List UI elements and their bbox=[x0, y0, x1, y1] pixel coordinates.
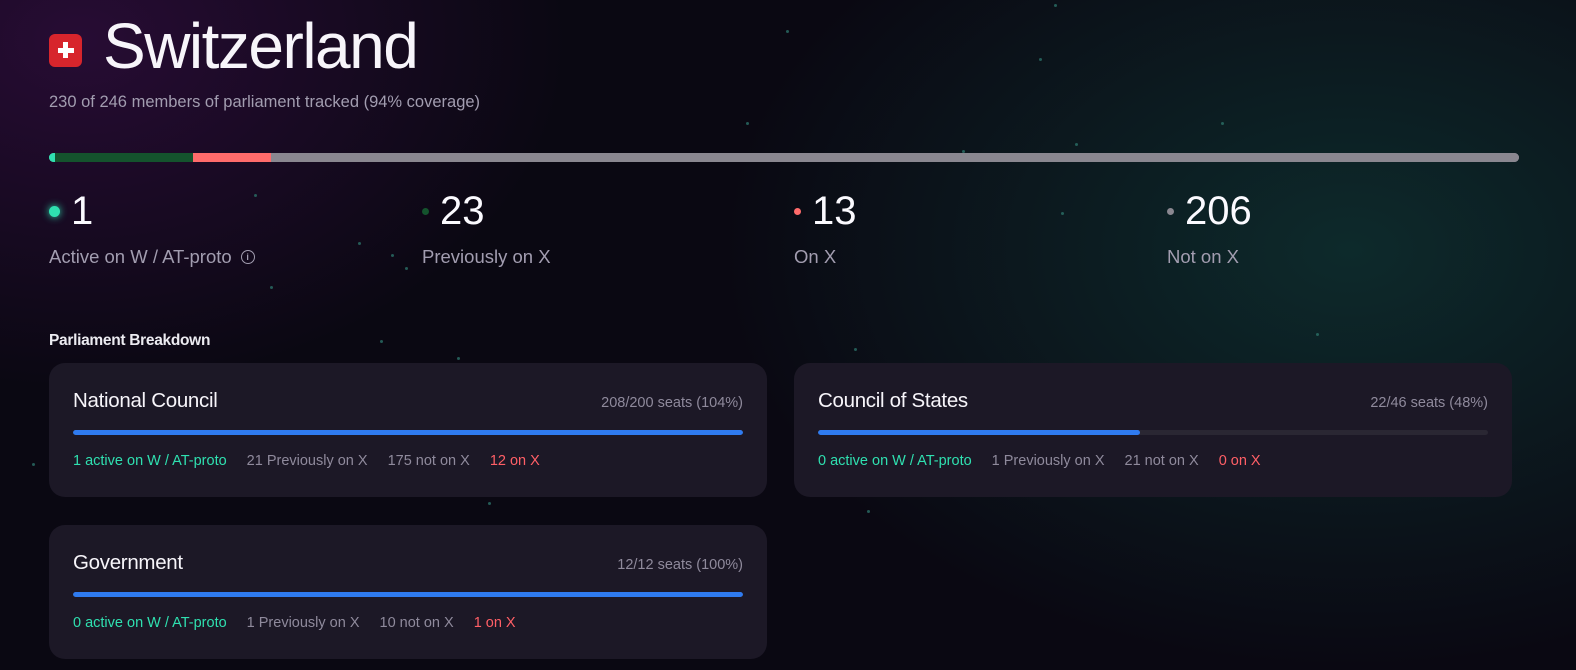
card-active-count: 0 active on W / AT-proto bbox=[818, 453, 972, 469]
status-dot-icon bbox=[1167, 207, 1174, 215]
card-on-x-count: 12 on X bbox=[489, 453, 540, 469]
background-particle bbox=[405, 267, 408, 270]
card-active-count: 1 active on W / AT-proto bbox=[73, 453, 227, 469]
distribution-segment-on-x bbox=[193, 153, 271, 162]
stat-label: Previously on X bbox=[422, 246, 551, 267]
distribution-segment-not-on-x bbox=[270, 153, 1519, 162]
card-seats: 12/12 seats (100%) bbox=[617, 557, 743, 573]
status-dot-icon bbox=[794, 207, 801, 215]
stat-not-on-x: 206 Not on X bbox=[1167, 190, 1252, 268]
card-not-on-x-count: 21 not on X bbox=[1124, 453, 1199, 469]
card-title: Government bbox=[73, 551, 183, 574]
card-progress-bar bbox=[73, 430, 743, 435]
card-progress-bar bbox=[73, 592, 743, 597]
status-dot-icon bbox=[422, 207, 429, 215]
card-seats: 208/200 seats (104%) bbox=[601, 395, 743, 411]
page-header: Switzerland bbox=[49, 10, 419, 82]
status-dot-icon bbox=[49, 205, 60, 217]
stat-on-x: 13 On X bbox=[794, 190, 857, 268]
background-particle bbox=[867, 510, 870, 513]
background-particle bbox=[488, 502, 491, 505]
coverage-subtitle: 230 of 246 members of parliament tracked… bbox=[49, 93, 481, 111]
card-title: Council of States bbox=[818, 389, 968, 412]
background-particle bbox=[1061, 212, 1064, 215]
stat-previously: 23 Previously on X bbox=[422, 190, 551, 268]
background-particle bbox=[1316, 333, 1319, 336]
card-on-x-count: 1 on X bbox=[473, 615, 516, 631]
card-government[interactable]: Government 12/12 seats (100%) 0 active o… bbox=[49, 525, 767, 659]
card-previously-count: 21 Previously on X bbox=[246, 453, 368, 469]
swiss-flag-icon bbox=[49, 33, 82, 67]
card-previously-count: 1 Previously on X bbox=[991, 453, 1105, 469]
background-particle bbox=[391, 254, 394, 257]
card-seats: 22/46 seats (48%) bbox=[1370, 395, 1488, 411]
info-icon[interactable]: i bbox=[240, 250, 255, 264]
distribution-segment-previously bbox=[54, 153, 194, 162]
background-particle bbox=[1039, 58, 1042, 61]
background-particle bbox=[1221, 122, 1224, 125]
page-title: Switzerland bbox=[103, 10, 419, 82]
card-progress-bar bbox=[818, 430, 1488, 435]
background-particle bbox=[380, 340, 383, 343]
card-not-on-x-count: 175 not on X bbox=[387, 453, 470, 469]
stat-label: Not on X bbox=[1167, 246, 1239, 267]
background-particle bbox=[786, 30, 789, 33]
background-particle bbox=[1054, 4, 1057, 7]
background-particle bbox=[32, 463, 35, 466]
overall-distribution-bar bbox=[49, 153, 1519, 162]
background-particle bbox=[270, 286, 273, 289]
stat-value: 206 bbox=[1185, 189, 1252, 233]
card-title: National Council bbox=[73, 389, 218, 412]
card-previously-count: 1 Previously on X bbox=[246, 615, 360, 631]
stat-value: 13 bbox=[812, 189, 857, 233]
stat-active: 1 Active on W / AT-proto i bbox=[49, 190, 255, 268]
card-active-count: 0 active on W / AT-proto bbox=[73, 615, 227, 631]
card-national-council[interactable]: National Council 208/200 seats (104%) 1 … bbox=[49, 363, 767, 497]
stat-value: 1 bbox=[71, 189, 94, 233]
card-on-x-count: 0 on X bbox=[1218, 453, 1261, 469]
background-particle bbox=[457, 357, 460, 360]
background-particle bbox=[358, 242, 361, 245]
background-particle bbox=[1075, 143, 1078, 146]
section-title: Parliament Breakdown bbox=[49, 332, 211, 349]
stat-label: On X bbox=[794, 246, 837, 267]
background-particle bbox=[746, 122, 749, 125]
stat-value: 23 bbox=[440, 189, 485, 233]
stat-label: Active on W / AT-proto bbox=[49, 246, 232, 267]
card-council-of-states[interactable]: Council of States 22/46 seats (48%) 0 ac… bbox=[794, 363, 1512, 497]
background-particle bbox=[854, 348, 857, 351]
card-not-on-x-count: 10 not on X bbox=[379, 615, 454, 631]
